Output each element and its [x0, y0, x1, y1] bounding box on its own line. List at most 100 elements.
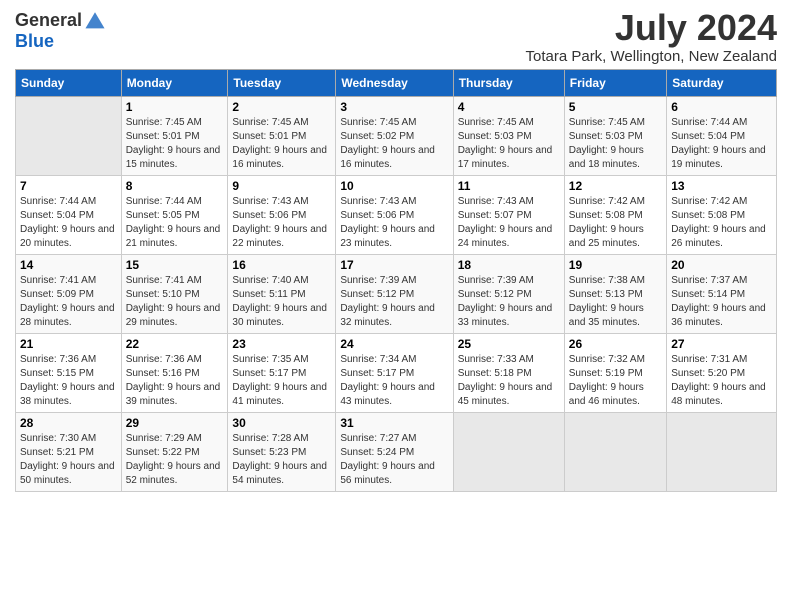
- day-info: Sunrise: 7:45 AMSunset: 5:03 PMDaylight:…: [458, 117, 553, 170]
- calendar-header-row: SundayMondayTuesdayWednesdayThursdayFrid…: [16, 70, 777, 97]
- day-info: Sunrise: 7:43 AMSunset: 5:06 PMDaylight:…: [232, 196, 327, 249]
- day-number: 20: [671, 258, 772, 272]
- calendar-cell: 9 Sunrise: 7:43 AMSunset: 5:06 PMDayligh…: [228, 176, 336, 255]
- day-number: 10: [340, 179, 448, 193]
- calendar-cell: 26 Sunrise: 7:32 AMSunset: 5:19 PMDaylig…: [564, 334, 666, 413]
- day-number: 24: [340, 337, 448, 351]
- day-info: Sunrise: 7:45 AMSunset: 5:01 PMDaylight:…: [232, 117, 327, 170]
- day-number: 4: [458, 100, 560, 114]
- day-number: 22: [126, 337, 224, 351]
- calendar-cell: 17 Sunrise: 7:39 AMSunset: 5:12 PMDaylig…: [336, 255, 453, 334]
- calendar-cell: 30 Sunrise: 7:28 AMSunset: 5:23 PMDaylig…: [228, 413, 336, 492]
- day-number: 12: [569, 179, 662, 193]
- main-container: General Blue July 2024 Totara Park, Well…: [0, 0, 792, 497]
- calendar-cell: 27 Sunrise: 7:31 AMSunset: 5:20 PMDaylig…: [667, 334, 777, 413]
- day-info: Sunrise: 7:32 AMSunset: 5:19 PMDaylight:…: [569, 354, 645, 407]
- header-day-thursday: Thursday: [453, 70, 564, 97]
- calendar-cell: 5 Sunrise: 7:45 AMSunset: 5:03 PMDayligh…: [564, 97, 666, 176]
- calendar-cell: 28 Sunrise: 7:30 AMSunset: 5:21 PMDaylig…: [16, 413, 122, 492]
- calendar-cell: 11 Sunrise: 7:43 AMSunset: 5:07 PMDaylig…: [453, 176, 564, 255]
- calendar-cell: 20 Sunrise: 7:37 AMSunset: 5:14 PMDaylig…: [667, 255, 777, 334]
- day-number: 11: [458, 179, 560, 193]
- header-day-saturday: Saturday: [667, 70, 777, 97]
- calendar-cell: 19 Sunrise: 7:38 AMSunset: 5:13 PMDaylig…: [564, 255, 666, 334]
- calendar-cell: 16 Sunrise: 7:40 AMSunset: 5:11 PMDaylig…: [228, 255, 336, 334]
- main-title: July 2024: [525, 10, 777, 46]
- day-info: Sunrise: 7:34 AMSunset: 5:17 PMDaylight:…: [340, 354, 435, 407]
- day-info: Sunrise: 7:41 AMSunset: 5:10 PMDaylight:…: [126, 275, 221, 328]
- calendar-cell: 4 Sunrise: 7:45 AMSunset: 5:03 PMDayligh…: [453, 97, 564, 176]
- day-number: 13: [671, 179, 772, 193]
- day-info: Sunrise: 7:33 AMSunset: 5:18 PMDaylight:…: [458, 354, 553, 407]
- calendar-cell: 13 Sunrise: 7:42 AMSunset: 5:08 PMDaylig…: [667, 176, 777, 255]
- logo-blue: Blue: [15, 32, 106, 52]
- day-info: Sunrise: 7:30 AMSunset: 5:21 PMDaylight:…: [20, 433, 115, 486]
- calendar-cell: 14 Sunrise: 7:41 AMSunset: 5:09 PMDaylig…: [16, 255, 122, 334]
- header-day-tuesday: Tuesday: [228, 70, 336, 97]
- day-number: 1: [126, 100, 224, 114]
- day-info: Sunrise: 7:29 AMSunset: 5:22 PMDaylight:…: [126, 433, 221, 486]
- calendar-week-row: 7 Sunrise: 7:44 AMSunset: 5:04 PMDayligh…: [16, 176, 777, 255]
- calendar-week-row: 21 Sunrise: 7:36 AMSunset: 5:15 PMDaylig…: [16, 334, 777, 413]
- calendar-week-row: 1 Sunrise: 7:45 AMSunset: 5:01 PMDayligh…: [16, 97, 777, 176]
- calendar-cell: 18 Sunrise: 7:39 AMSunset: 5:12 PMDaylig…: [453, 255, 564, 334]
- header: General Blue July 2024 Totara Park, Well…: [15, 10, 777, 65]
- day-info: Sunrise: 7:42 AMSunset: 5:08 PMDaylight:…: [671, 196, 766, 249]
- day-info: Sunrise: 7:44 AMSunset: 5:05 PMDaylight:…: [126, 196, 221, 249]
- logo-icon: [84, 10, 106, 32]
- day-number: 14: [20, 258, 117, 272]
- day-number: 3: [340, 100, 448, 114]
- calendar-cell: 15 Sunrise: 7:41 AMSunset: 5:10 PMDaylig…: [121, 255, 228, 334]
- day-info: Sunrise: 7:39 AMSunset: 5:12 PMDaylight:…: [458, 275, 553, 328]
- calendar-cell: 24 Sunrise: 7:34 AMSunset: 5:17 PMDaylig…: [336, 334, 453, 413]
- day-number: 6: [671, 100, 772, 114]
- calendar-table: SundayMondayTuesdayWednesdayThursdayFrid…: [15, 69, 777, 492]
- day-number: 28: [20, 416, 117, 430]
- header-day-friday: Friday: [564, 70, 666, 97]
- header-day-monday: Monday: [121, 70, 228, 97]
- day-number: 23: [232, 337, 331, 351]
- calendar-cell: [16, 97, 122, 176]
- title-block: July 2024 Totara Park, Wellington, New Z…: [525, 10, 777, 65]
- logo-general: General: [15, 11, 82, 31]
- day-number: 9: [232, 179, 331, 193]
- day-info: Sunrise: 7:36 AMSunset: 5:16 PMDaylight:…: [126, 354, 221, 407]
- calendar-cell: 12 Sunrise: 7:42 AMSunset: 5:08 PMDaylig…: [564, 176, 666, 255]
- day-number: 8: [126, 179, 224, 193]
- day-info: Sunrise: 7:44 AMSunset: 5:04 PMDaylight:…: [20, 196, 115, 249]
- day-info: Sunrise: 7:31 AMSunset: 5:20 PMDaylight:…: [671, 354, 766, 407]
- day-number: 16: [232, 258, 331, 272]
- calendar-cell: [667, 413, 777, 492]
- day-info: Sunrise: 7:44 AMSunset: 5:04 PMDaylight:…: [671, 117, 766, 170]
- calendar-cell: 22 Sunrise: 7:36 AMSunset: 5:16 PMDaylig…: [121, 334, 228, 413]
- header-day-sunday: Sunday: [16, 70, 122, 97]
- day-info: Sunrise: 7:39 AMSunset: 5:12 PMDaylight:…: [340, 275, 435, 328]
- day-number: 18: [458, 258, 560, 272]
- calendar-cell: 8 Sunrise: 7:44 AMSunset: 5:05 PMDayligh…: [121, 176, 228, 255]
- calendar-cell: 10 Sunrise: 7:43 AMSunset: 5:06 PMDaylig…: [336, 176, 453, 255]
- header-day-wednesday: Wednesday: [336, 70, 453, 97]
- day-number: 7: [20, 179, 117, 193]
- calendar-week-row: 14 Sunrise: 7:41 AMSunset: 5:09 PMDaylig…: [16, 255, 777, 334]
- day-info: Sunrise: 7:43 AMSunset: 5:07 PMDaylight:…: [458, 196, 553, 249]
- day-number: 21: [20, 337, 117, 351]
- day-info: Sunrise: 7:27 AMSunset: 5:24 PMDaylight:…: [340, 433, 435, 486]
- calendar-cell: 3 Sunrise: 7:45 AMSunset: 5:02 PMDayligh…: [336, 97, 453, 176]
- day-info: Sunrise: 7:38 AMSunset: 5:13 PMDaylight:…: [569, 275, 645, 328]
- day-info: Sunrise: 7:36 AMSunset: 5:15 PMDaylight:…: [20, 354, 115, 407]
- calendar-cell: 7 Sunrise: 7:44 AMSunset: 5:04 PMDayligh…: [16, 176, 122, 255]
- day-info: Sunrise: 7:40 AMSunset: 5:11 PMDaylight:…: [232, 275, 327, 328]
- day-info: Sunrise: 7:43 AMSunset: 5:06 PMDaylight:…: [340, 196, 435, 249]
- day-info: Sunrise: 7:45 AMSunset: 5:01 PMDaylight:…: [126, 117, 221, 170]
- calendar-cell: [564, 413, 666, 492]
- day-number: 26: [569, 337, 662, 351]
- day-number: 5: [569, 100, 662, 114]
- day-number: 2: [232, 100, 331, 114]
- day-info: Sunrise: 7:28 AMSunset: 5:23 PMDaylight:…: [232, 433, 327, 486]
- logo: General Blue: [15, 10, 106, 52]
- calendar-cell: 6 Sunrise: 7:44 AMSunset: 5:04 PMDayligh…: [667, 97, 777, 176]
- calendar-cell: [453, 413, 564, 492]
- day-number: 30: [232, 416, 331, 430]
- day-number: 19: [569, 258, 662, 272]
- calendar-cell: 1 Sunrise: 7:45 AMSunset: 5:01 PMDayligh…: [121, 97, 228, 176]
